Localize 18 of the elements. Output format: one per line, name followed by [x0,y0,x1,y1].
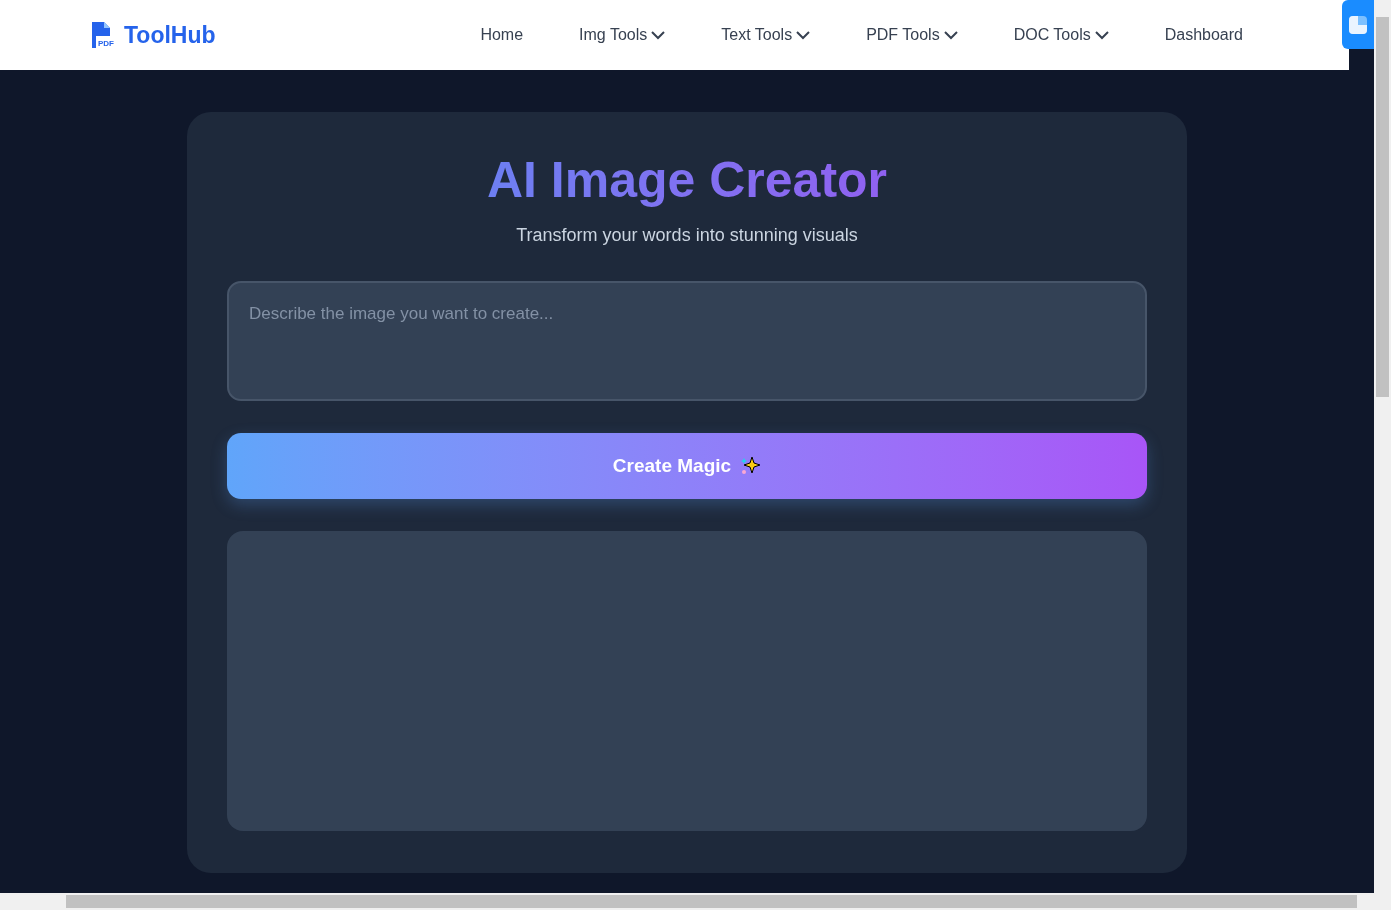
vertical-scrollbar[interactable] [1374,0,1391,893]
nav-link[interactable]: PDF Tools [866,23,958,47]
nav-link[interactable]: Img Tools [579,23,666,47]
chevron-down-icon [651,30,666,40]
chevron-down-icon [943,30,958,40]
nav-link[interactable]: Dashboard [1164,23,1243,47]
nav-link[interactable]: Text Tools [721,23,811,47]
nav-link[interactable]: Home [480,23,524,47]
extension-button[interactable] [1342,0,1374,49]
sparkles-icon [739,455,762,477]
nav-link[interactable]: DOC Tools [1013,23,1109,47]
brand-name[interactable]: ToolHub [124,17,216,53]
horizontal-scrollbar[interactable] [0,893,1391,910]
prompt-field[interactable]: Describe the image you want to create... [227,281,1147,401]
chevron-down-icon [796,30,811,40]
chevron-down-icon [1094,30,1109,40]
extension-icon [1349,15,1367,34]
page-subtitle: Transform your words into stunning visuals [516,224,858,247]
